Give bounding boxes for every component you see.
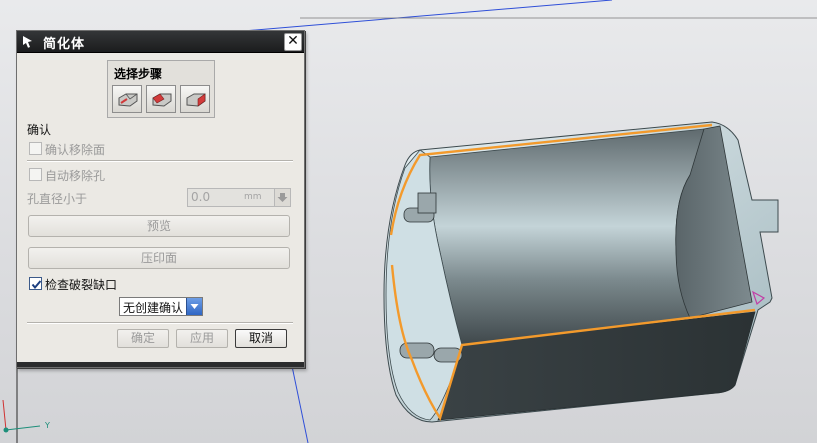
hole-diameter-label: 孔直径小于 [27, 192, 88, 206]
step-select-retained-face-button[interactable] [180, 85, 210, 113]
triad-x-axis [5, 425, 41, 431]
dialog-bottom-bar [17, 362, 304, 367]
create-mode-select[interactable]: 无创建确认 [119, 297, 203, 316]
confirm-remove-faces-checkbox[interactable] [29, 142, 42, 155]
triad-z-axis [2, 399, 7, 431]
select-retained-face-icon [186, 93, 206, 107]
hole-diameter-unit: mm [244, 192, 262, 202]
cursor-select-icon [23, 36, 32, 48]
dialog-title: 简化体 [43, 37, 86, 52]
step-select-body-button[interactable] [112, 85, 142, 113]
simplify-body-dialog: 简化体 ✕ 选择步骤 确认 确认移除面 自动移除孔 孔直径小于 0.0 mm 预… [16, 30, 305, 368]
step-select-boundary-face-button[interactable] [146, 85, 176, 113]
chevron-down-icon [190, 304, 199, 309]
ok-button[interactable]: 确定 [117, 329, 169, 348]
part-inner-cavity [429, 128, 719, 346]
hole-diameter-field[interactable]: 0.0 mm [187, 188, 291, 207]
check-breach-label: 检查破裂缺口 [45, 278, 118, 292]
select-body-icon [118, 93, 138, 107]
auto-remove-holes-label: 自动移除孔 [45, 169, 106, 183]
divider [27, 322, 293, 324]
apply-button[interactable]: 应用 [176, 329, 228, 348]
checkmark-icon [31, 280, 42, 290]
imprint-face-button[interactable]: 压印面 [28, 247, 290, 269]
select-boundary-face-icon [152, 93, 172, 107]
divider [27, 160, 293, 162]
confirm-section-label: 确认 [27, 123, 52, 137]
triad-y-label: Y [45, 421, 50, 430]
hole-diameter-value: 0.0 [191, 190, 211, 204]
preview-button[interactable]: 预览 [28, 215, 290, 237]
triad-origin [3, 427, 9, 433]
auto-remove-holes-checkbox[interactable] [29, 168, 42, 181]
selection-steps-label: 选择步骤 [114, 67, 163, 81]
create-mode-dropdown-button[interactable] [186, 298, 202, 315]
close-button[interactable]: ✕ [284, 33, 302, 51]
check-breach-checkbox[interactable] [29, 277, 42, 290]
create-mode-value: 无创建确认 [123, 301, 184, 315]
work-plane-line [291, 365, 309, 443]
confirm-remove-faces-label: 确认移除面 [45, 143, 106, 157]
close-icon: ✕ [287, 33, 299, 49]
cancel-button[interactable]: 取消 [235, 329, 287, 348]
units-dropdown-button[interactable] [274, 189, 290, 206]
arrow-down-icon [277, 193, 288, 202]
dialog-titlebar[interactable]: 简化体 ✕ [17, 31, 304, 53]
selection-steps-group: 选择步骤 [107, 60, 215, 118]
